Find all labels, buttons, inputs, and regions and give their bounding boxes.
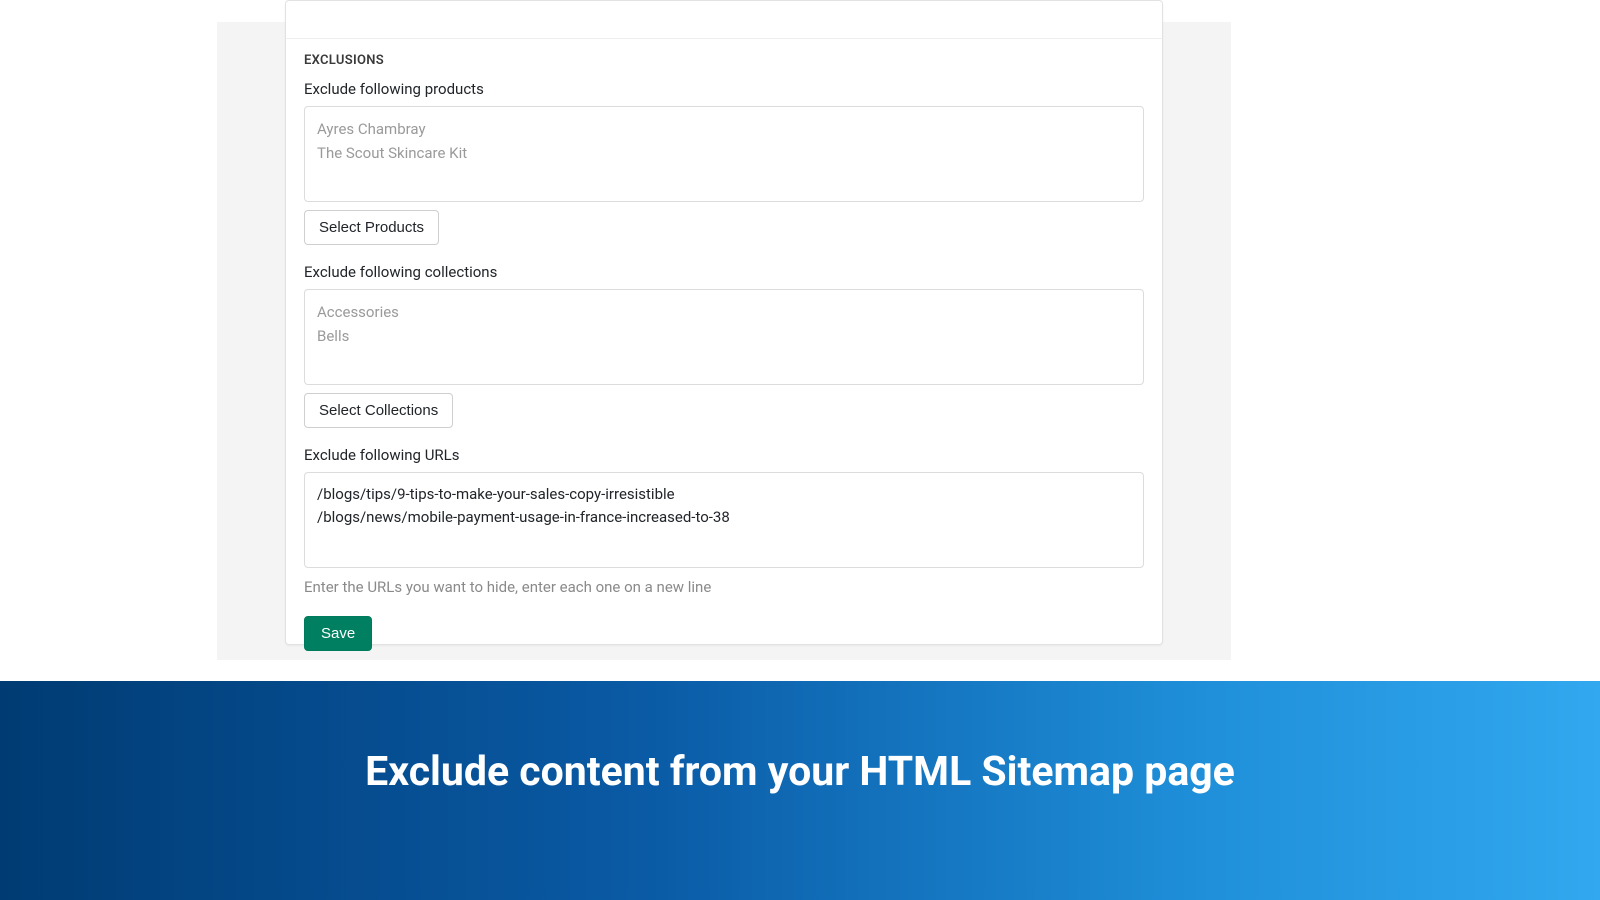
collections-box: Accessories Bells bbox=[304, 289, 1144, 385]
list-item: Accessories bbox=[317, 300, 1131, 324]
list-item: Bells bbox=[317, 324, 1131, 348]
exclusions-card: EXCLUSIONS Exclude following products Ay… bbox=[285, 0, 1163, 645]
save-button[interactable]: Save bbox=[304, 616, 372, 651]
select-collections-button[interactable]: Select Collections bbox=[304, 393, 453, 428]
card-header-divider bbox=[286, 1, 1162, 39]
urls-help-text: Enter the URLs you want to hide, enter e… bbox=[304, 578, 1144, 596]
section-title: EXCLUSIONS bbox=[304, 53, 1144, 68]
urls-label: Exclude following URLs bbox=[304, 446, 1144, 464]
urls-textarea[interactable] bbox=[304, 472, 1144, 568]
list-item: The Scout Skincare Kit bbox=[317, 141, 1131, 165]
promo-banner: Exclude content from your HTML Sitemap p… bbox=[0, 681, 1600, 900]
banner-text: Exclude content from your HTML Sitemap p… bbox=[365, 748, 1235, 796]
collections-label: Exclude following collections bbox=[304, 263, 1144, 281]
list-item: Ayres Chambray bbox=[317, 117, 1131, 141]
products-box: Ayres Chambray The Scout Skincare Kit bbox=[304, 106, 1144, 202]
app-backdrop: EXCLUSIONS Exclude following products Ay… bbox=[217, 22, 1231, 660]
select-products-button[interactable]: Select Products bbox=[304, 210, 439, 245]
products-label: Exclude following products bbox=[304, 80, 1144, 98]
